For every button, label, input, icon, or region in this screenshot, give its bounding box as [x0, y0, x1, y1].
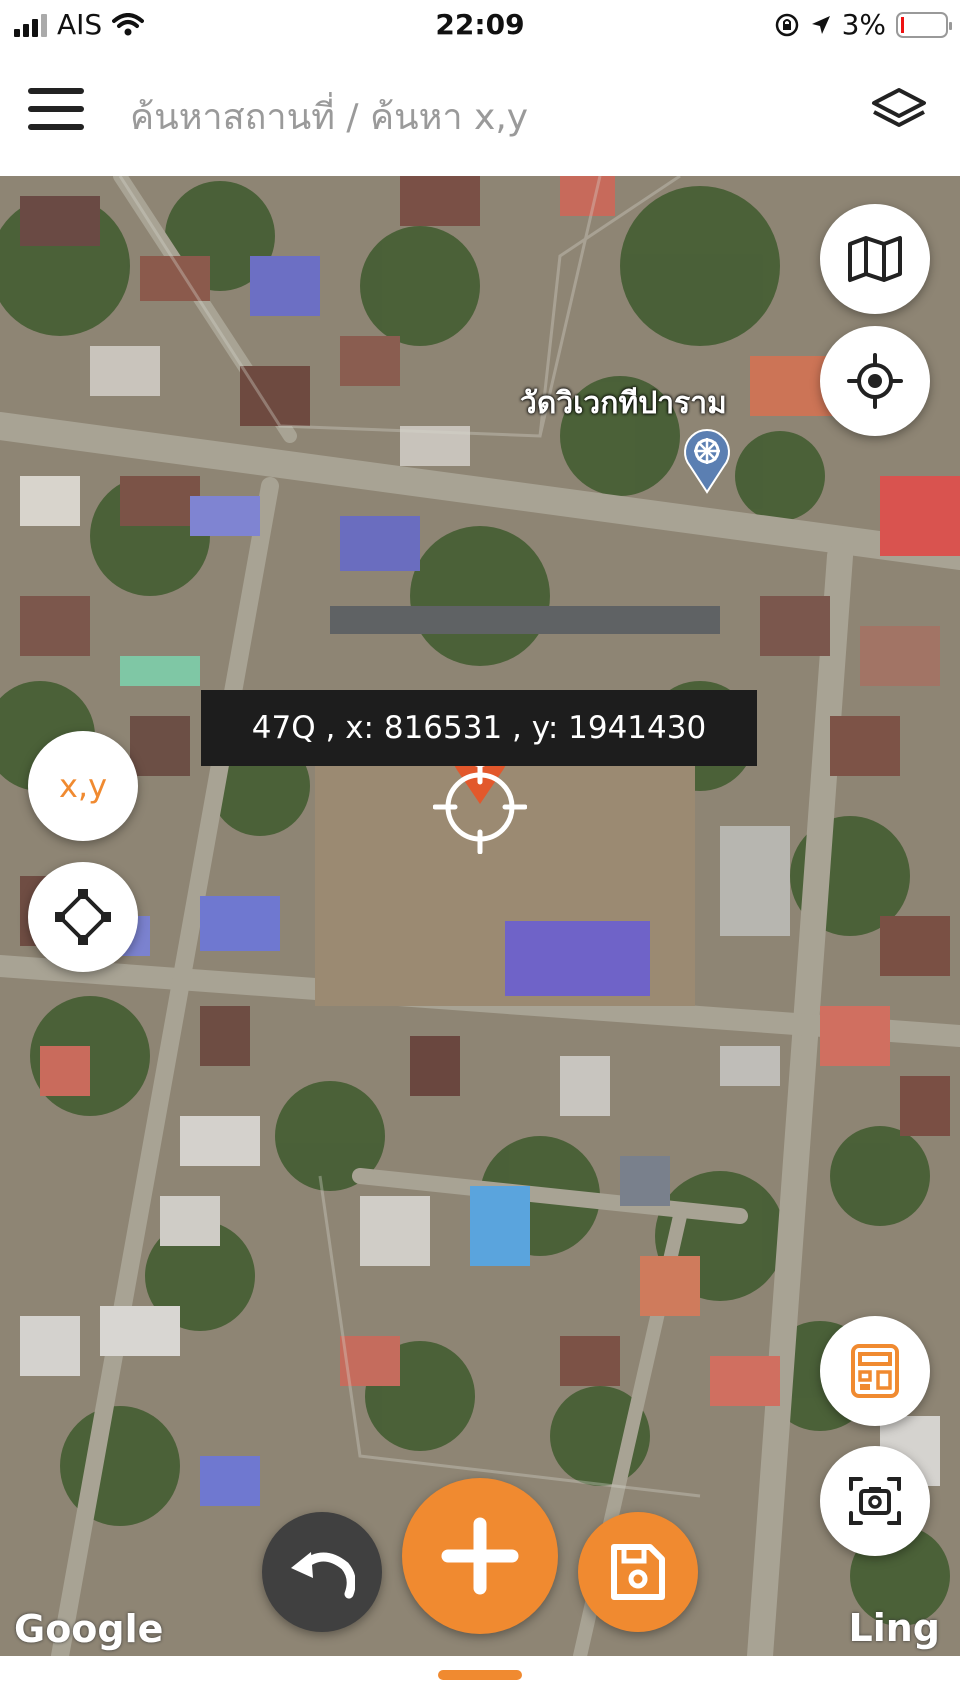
area-calculator-button[interactable]	[820, 1316, 930, 1426]
app-bar: ค้นหาสถานที่ / ค้นหา x,y	[0, 50, 960, 176]
bottom-sheet[interactable]	[0, 1656, 960, 1707]
crosshair-locate-icon	[847, 353, 903, 409]
page-title: ค้นหาสถานที่ / ค้นหา x,y	[130, 97, 529, 138]
coordinate-readout: 47Q , x: 816531 , y: 1941430	[201, 690, 757, 766]
xy-search-button[interactable]: x,y	[28, 731, 138, 841]
status-right: 3%	[774, 8, 952, 41]
google-attribution: Google	[14, 1607, 164, 1651]
plus-icon	[441, 1517, 519, 1595]
layers-icon[interactable]	[868, 84, 930, 136]
save-file-icon	[611, 1544, 665, 1600]
screen-capture-button[interactable]	[820, 1446, 930, 1556]
satellite-imagery	[0, 176, 960, 1656]
map-icon	[848, 236, 902, 282]
bottom-sheet-handle[interactable]	[438, 1670, 522, 1680]
map-type-button[interactable]	[820, 204, 930, 314]
crosshair-target-icon	[433, 760, 527, 854]
xy-label: x,y	[58, 767, 108, 805]
locate-me-button[interactable]	[820, 326, 930, 436]
undo-icon	[291, 1552, 355, 1599]
battery-icon	[896, 11, 952, 38]
undo-button[interactable]	[262, 1512, 382, 1632]
poi-label: วัดวิเวกทีปาราม	[520, 386, 727, 421]
location-arrow-icon	[811, 15, 830, 34]
dharma-wheel-pin-icon[interactable]	[682, 428, 732, 494]
ling-attribution: Ling	[848, 1606, 941, 1650]
rotation-lock-icon	[775, 13, 798, 36]
hamburger-menu-icon[interactable]	[28, 88, 84, 130]
battery-percent: 3%	[841, 8, 886, 41]
screen-capture-icon	[849, 1477, 901, 1525]
status-bar: AIS 22:09 3%	[0, 0, 960, 50]
calculator-icon	[851, 1344, 899, 1398]
satellite-map[interactable]: วัดวิเวกทีปาราม 47Q , x: 816531 , y: 194…	[0, 176, 960, 1656]
add-point-button[interactable]	[402, 1478, 558, 1634]
save-button[interactable]	[578, 1512, 698, 1632]
polygon-draw-button[interactable]	[28, 862, 138, 972]
diamond-polygon-icon	[55, 889, 111, 945]
